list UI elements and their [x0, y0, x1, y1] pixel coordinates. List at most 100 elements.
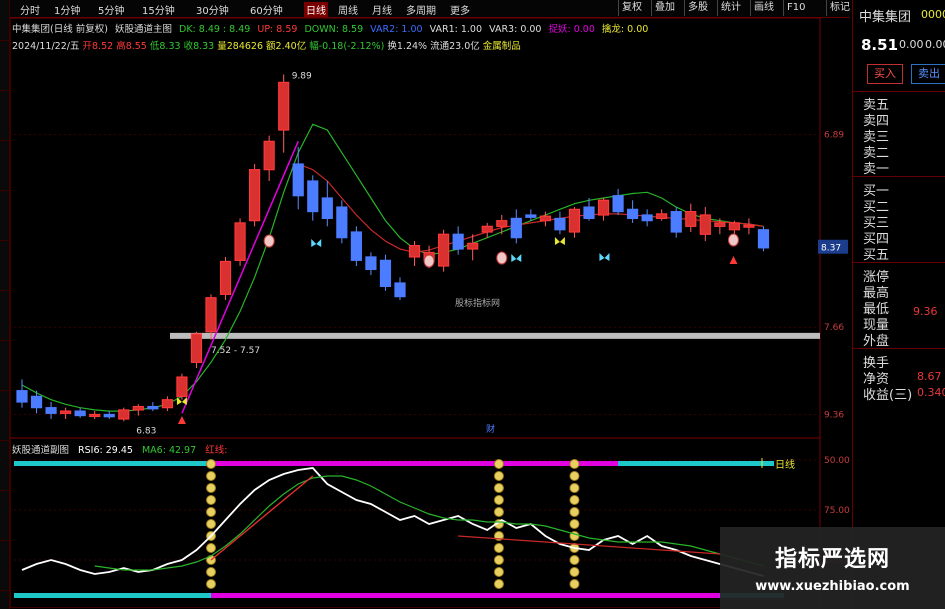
candle-fill: [496, 220, 507, 227]
stat-label-4: 外盘: [863, 334, 890, 349]
side-tab[interactable]: [0, 350, 9, 391]
candle: [743, 218, 755, 235]
watermark-title: 指标严选网: [774, 547, 890, 572]
info-line-1: 中集集团(日线 前复权) 妖股通道主图 DK: 8.49 : 8.49 UP: …: [12, 21, 648, 35]
support-bar: [170, 332, 820, 339]
candle: [278, 74, 290, 153]
candle-body: [365, 256, 377, 271]
candle-fill: [540, 216, 551, 221]
side-tab[interactable]: [0, 100, 9, 141]
high-label: 9.89: [292, 71, 312, 81]
bar-turnover: 换1.24%: [387, 41, 428, 52]
side-tab[interactable]: [0, 200, 9, 241]
timeframe-tab-8[interactable]: 月线: [372, 2, 392, 17]
rsi-value: RSI6: 29.45: [78, 445, 133, 456]
signal-bag-icon: [493, 483, 504, 493]
watermark-url: www.xuezhibiao.com: [755, 579, 910, 594]
signal-bag-icon: [569, 519, 580, 529]
signal-bag-icon: [206, 495, 216, 505]
buy-level-5: 买五: [863, 248, 890, 263]
candle: [89, 411, 101, 419]
bottom-stat-label-2: 收益(三): [863, 388, 913, 403]
candlestick-chart: [16, 74, 820, 422]
red-line-value: 红线:: [205, 445, 228, 456]
candle-fill: [714, 222, 725, 227]
signal-bag-icon: [569, 555, 580, 565]
candle-fill: [206, 297, 216, 332]
candle-body: [350, 231, 362, 261]
candle: [132, 404, 144, 416]
signal-bag-icon: [493, 579, 504, 589]
candle: [263, 135, 275, 181]
candle-body: [394, 282, 406, 298]
timeframe-tab-3[interactable]: 15分钟: [142, 2, 175, 17]
butterfly-icon: [554, 237, 565, 245]
side-tab[interactable]: [0, 50, 9, 91]
panel-stock-name: 中集集团: [859, 10, 912, 25]
toolbar-button-1[interactable]: 叠加: [651, 0, 684, 16]
candle-body: [641, 214, 653, 222]
side-tab[interactable]: [0, 150, 9, 191]
signal-bag-icon: [493, 495, 504, 505]
candle: [307, 175, 319, 221]
candle-body: [336, 206, 348, 239]
candle-body: [670, 211, 682, 233]
side-tab[interactable]: [0, 0, 9, 41]
timeframe-tab-5[interactable]: 60分钟: [250, 2, 283, 17]
signal-bag-icon: [569, 567, 580, 577]
money-bag-icon: [727, 233, 739, 247]
timeframe-tab-10[interactable]: 更多: [450, 2, 470, 17]
timeframe-tab-4[interactable]: 30分钟: [196, 2, 229, 17]
bottom-band-highlight: [211, 593, 720, 598]
money-bag-icon: [263, 234, 275, 248]
chart-area[interactable]: 9.367.666.89100.0075.0050.00 日线 8.379.89…: [10, 18, 850, 608]
candle-body: [452, 233, 464, 250]
side-tab[interactable]: [0, 550, 9, 591]
limit-up-value: 9.36: [913, 305, 938, 318]
timeframe-tab-0[interactable]: 分时: [20, 2, 40, 17]
toolbar-button-4[interactable]: 画线: [750, 0, 783, 16]
cai-icon: 财: [486, 423, 495, 435]
candle: [394, 277, 406, 300]
timeframe-tab-9[interactable]: 多周期: [406, 2, 436, 17]
side-tab[interactable]: [0, 500, 9, 541]
sub-info-line: 妖股通道副图 RSI6: 29.45 MA6: 42.97 红线:: [12, 442, 227, 456]
toolbar-button-3[interactable]: 统计: [717, 0, 750, 16]
candle: [147, 402, 159, 412]
candle: [190, 331, 203, 368]
candle-body: [510, 217, 522, 239]
stock-title: 中集集团(日线 前复权): [12, 24, 108, 35]
money-bag-icon: [496, 251, 508, 265]
bar-date: 2024/11/22/五: [12, 41, 80, 52]
sell-button[interactable]: 卖出: [911, 64, 945, 84]
signal-bag-icon: [206, 579, 216, 589]
candle: [249, 164, 261, 227]
candle: [627, 200, 639, 223]
toolbar-button-0[interactable]: 复权: [618, 0, 651, 16]
side-tab[interactable]: [0, 250, 9, 291]
signal-bag-icon: [206, 471, 216, 481]
side-tab[interactable]: [0, 450, 9, 491]
timeframe-tab-6[interactable]: 日线: [304, 2, 328, 17]
bottom-stat-value-1: 8.67: [917, 370, 942, 383]
side-tab[interactable]: [0, 300, 9, 341]
candle-fill: [60, 411, 71, 414]
toolbar-button-5[interactable]: F10: [783, 0, 826, 16]
candle: [321, 181, 333, 227]
timeframe-tab-2[interactable]: 5分钟: [98, 2, 124, 17]
candle-body: [757, 229, 770, 249]
toolbar-button-2[interactable]: 多股: [684, 0, 717, 16]
timeframe-tab-7[interactable]: 周线: [338, 2, 358, 17]
info-line-2: 2024/11/22/五 开8.52 高8.55 低8.33 收8.33 量28…: [12, 38, 521, 52]
qinglong-value: 擒龙: 0.00: [601, 24, 649, 35]
candle: [496, 215, 508, 235]
candle: [60, 407, 72, 419]
timeframe-tab-1[interactable]: 1分钟: [54, 2, 80, 17]
sub-indicator-name: 妖股通道副图: [12, 445, 70, 456]
candle: [641, 209, 653, 227]
bar-volume: 量284626: [217, 41, 264, 52]
side-tab[interactable]: [0, 400, 9, 441]
candle-body: [16, 390, 28, 403]
buy-button[interactable]: 买入: [867, 64, 903, 84]
candle: [161, 396, 173, 412]
